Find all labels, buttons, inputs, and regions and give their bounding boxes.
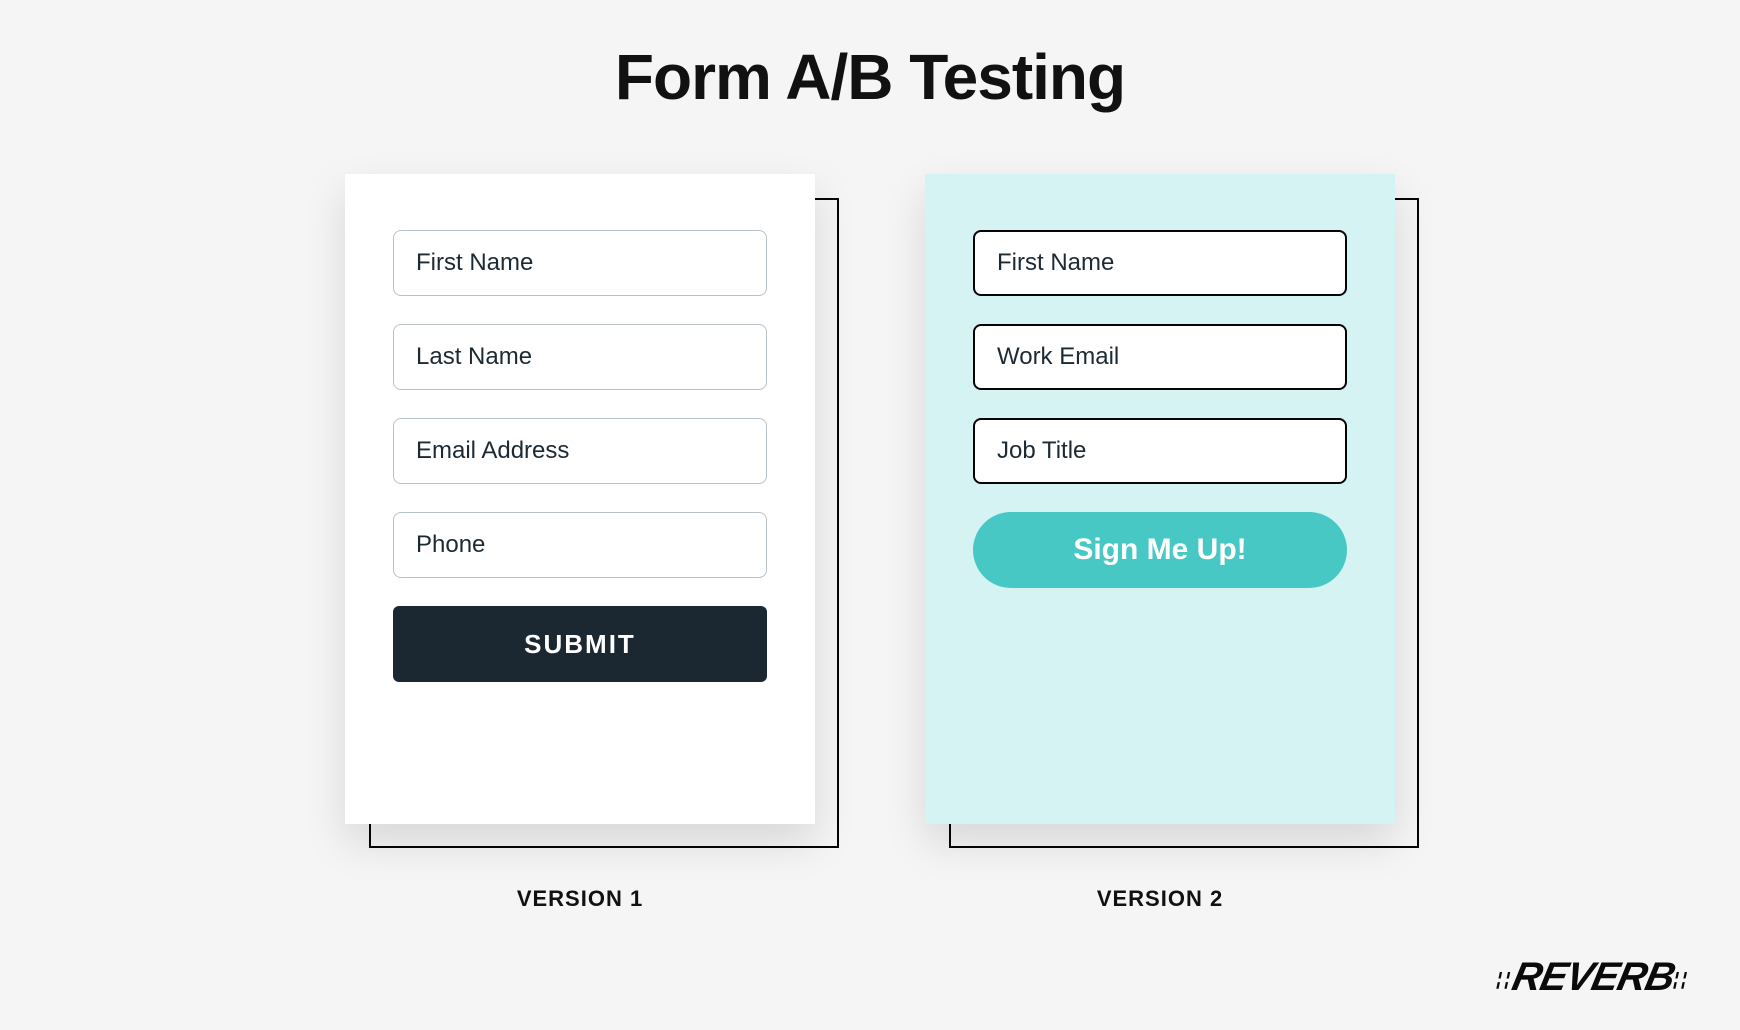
first-name-field[interactable]: First Name [973,230,1347,296]
job-title-field[interactable]: Job Title [973,418,1347,484]
work-email-field[interactable]: Work Email [973,324,1347,390]
last-name-field[interactable]: Last Name [393,324,767,390]
first-name-field[interactable]: First Name [393,230,767,296]
form-card-version-a: First Name Last Name Email Address Phone… [345,174,815,824]
cards-row: First Name Last Name Email Address Phone… [0,174,1740,912]
version-b-caption: VERSION 2 [925,886,1395,912]
phone-field[interactable]: Phone [393,512,767,578]
form-version-a-wrap: First Name Last Name Email Address Phone… [345,174,815,912]
brand-logo: ¦¦REVERB¦¦ [1492,955,1694,1000]
form-version-b-wrap: First Name Work Email Job Title Sign Me … [925,174,1395,912]
form-card-version-b: First Name Work Email Job Title Sign Me … [925,174,1395,824]
version-a-caption: VERSION 1 [345,886,815,912]
email-field[interactable]: Email Address [393,418,767,484]
submit-button[interactable]: SUBMIT [393,606,767,682]
page-title: Form A/B Testing [0,0,1740,114]
signup-button[interactable]: Sign Me Up! [973,512,1347,588]
